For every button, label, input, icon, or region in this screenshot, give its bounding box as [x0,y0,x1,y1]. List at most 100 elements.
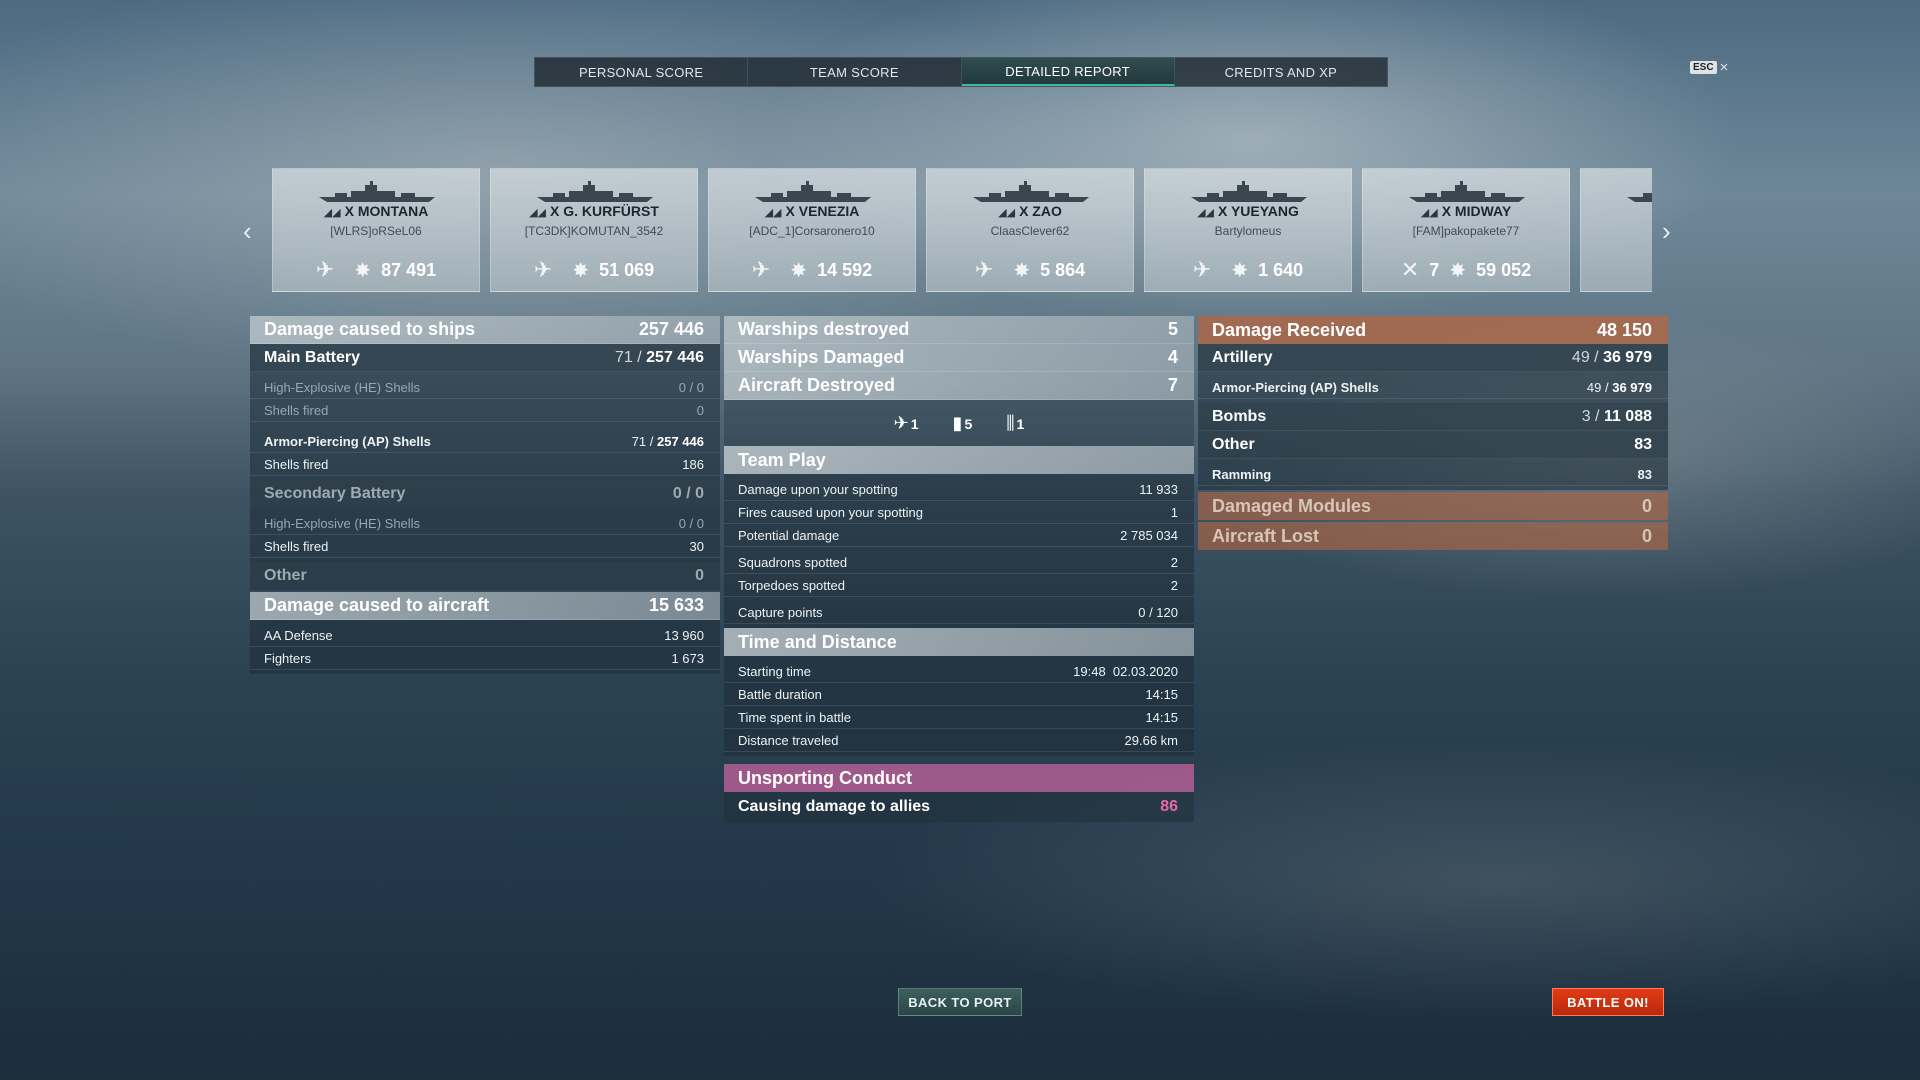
ship-card-3[interactable]: ◢◢ X ZAO ClaasClever62 ✈ ✸ 5 864 [926,168,1134,292]
ship-name: ◢◢ X VENEZIA [764,203,860,219]
report-tabs: PERSONAL SCORE TEAM SCORE DETAILED REPOR… [534,57,1388,87]
spotting-plane-icon: ✈ [974,257,994,282]
artillery-details: Armor-Piercing (AP) Shells 49 / 36 979 [1198,372,1668,403]
damage-caused-panel: Damage caused to ships 257 446 Main Batt… [250,316,720,674]
ship-stats: ✈ ✸ 1 640 [1145,257,1351,283]
cruiser-icon: ◢◢ [764,207,782,219]
ship-stats: ✈ ✸ 14 592 [709,257,915,283]
ship-silhouette-icon [319,181,435,202]
tab-personal-score[interactable]: PERSONAL SCORE [535,58,749,86]
warships-damaged-row: Warships Damaged 4 [724,344,1194,372]
damage-icon: ✸ [790,259,808,282]
ship-name: ◢◢ X MONTANA [323,203,429,219]
ship-damage-value: 87 491 [381,259,437,280]
list-item: Capture points 0 / 120 [724,601,1194,624]
aircraft-damage-details: AA Defense 13 960 Fighters 1 673 [250,620,720,674]
ship-card-5[interactable]: ◢◢ X MIDWAY [FAM]pakopakete77 ✕ 7 ✸ 59 05… [1362,168,1570,292]
combat-summary-panel: Warships destroyed 5 Warships Damaged 4 … [724,316,1194,822]
damage-icon: ✸ [1231,259,1249,282]
player-name: ClaasClever62 [990,224,1070,238]
ship-card-6[interactable]: ◢◢X [T- ✈ ✸ [1580,168,1652,292]
other-damage-row: Other 0 [250,562,720,590]
list-item: High-Explosive (HE) Shells 0 / 0 [250,376,720,399]
list-item: Battle duration 14:15 [724,683,1194,706]
list-item: High-Explosive (HE) Shells 0 / 0 [250,512,720,535]
other-received-details: Ramming 83 [1198,459,1668,490]
ship-stats: ✕ 7 ✸ 59 052 [1363,257,1569,283]
damage-received-panel: Damage Received 48 150 Artillery 49 / 36… [1198,316,1668,550]
artillery-row: Artillery 49 / 36 979 [1198,344,1668,372]
list-item: Shells fired 30 [250,535,720,558]
spotting-plane-icon: ✈ [533,257,553,282]
back-to-port-button[interactable]: BACK TO PORT [898,988,1022,1016]
ship-damage-value: 5 864 [1040,259,1086,280]
damage-ships-header: Damage caused to ships 257 446 [250,316,720,344]
other-received-row: Other 83 [1198,431,1668,459]
ship-name: ◢◢ X G. KURFÜRST [529,203,659,219]
ship-silhouette-icon [1627,193,1652,202]
list-item: Shells fired 0 [250,399,720,422]
team-play-header: Team Play [724,446,1194,474]
ship-card-1[interactable]: ◢◢ X G. KURFÜRST [TC3DK]KOMUTAN_3542 ✈ ✸ … [490,168,698,292]
secondary-battery-details: High-Explosive (HE) Shells 0 / 0 Shells f… [250,508,720,562]
damage-icon: ✸ [1449,259,1467,282]
damage-icon: ✸ [572,259,590,282]
spotting-plane-icon: ✈ [1651,257,1652,283]
close-button[interactable]: ESC × [1690,60,1728,75]
list-item: Squadrons spotted 2 [724,551,1194,574]
ship-name: ◢◢ X MIDWAY [1420,203,1512,219]
list-item: Fighters 1 673 [250,647,720,670]
ship-card-4[interactable]: ◢◢ X YUEYANG Bartylomeus ✈ ✸ 1 640 [1144,168,1352,292]
aircraft-destroyed-row: Aircraft Destroyed 7 [724,372,1194,400]
esc-key-label: ESC [1690,61,1717,74]
list-item: Distance traveled 29.66 km [724,729,1194,752]
ship-damage-value: 14 592 [817,259,873,280]
list-item: Potential damage 2 785 034 [724,524,1194,547]
damaged-modules-row: Damaged Modules 0 [1198,492,1668,520]
ship-stats: ✈ ✸ [1581,257,1652,283]
ship-silhouette-icon [1191,181,1307,202]
player-name: [FAM]pakopakete77 [1412,224,1520,238]
chevron-right-icon[interactable]: › [1662,216,1671,247]
list-item: Armor-Piercing (AP) Shells 49 / 36 979 [1198,376,1668,399]
ship-name: ◢◢X [1581,203,1652,219]
destroyer-icon: ◢◢ [1197,207,1214,219]
tab-team-score[interactable]: TEAM SCORE [748,58,962,86]
battleship-icon: ◢◢ [323,207,341,219]
team-play-details: Damage upon your spotting 11 933 Fires ca… [724,474,1194,628]
close-icon: × [1719,59,1729,76]
list-item: Shells fired 186 [250,453,720,476]
chevron-left-icon[interactable]: ‹ [243,216,252,247]
list-item: AA Defense 13 960 [250,624,720,647]
main-battery-row: Main Battery 71 / 257 446 [250,344,720,372]
ally-damage-row: Causing damage to allies 86 [724,792,1194,822]
list-item: Damage upon your spotting 11 933 [724,478,1194,501]
battle-on-button[interactable]: BATTLE ON! [1552,988,1664,1016]
list-item: Fires caused upon your spotting 1 [724,501,1194,524]
main-battery-details: High-Explosive (HE) Shells 0 / 0 Shells f… [250,372,720,480]
torpedo-bomber-icon: ⫼ 1 [1006,412,1025,433]
tab-detailed-report[interactable]: DETAILED REPORT [961,58,1175,86]
list-item: Torpedoes spotted 2 [724,574,1194,597]
ship-stats: ✈ ✸ 51 069 [491,257,697,283]
fighter-icon: ✈ 1 [893,412,919,433]
ship-card-2[interactable]: ◢◢ X VENEZIA [ADC_1]Corsaronero10 ✈ ✸ 14 … [708,168,916,292]
secondary-battery-row: Secondary Battery 0 / 0 [250,480,720,508]
damage-aircraft-header: Damage caused to aircraft 15 633 [250,592,720,620]
bomber-icon: ▮ 5 [952,412,973,433]
damage-icon: ✸ [1013,259,1031,282]
ship-silhouette-icon [537,181,653,202]
aircraft-destroyed-breakdown: ✈ 1 ▮ 5 ⫼ 1 [724,400,1194,446]
ship-silhouette-icon [755,181,871,202]
cruiser-icon: ◢◢ [998,207,1016,219]
list-item: Ramming 83 [1198,463,1668,486]
spotting-plane-icon: ✈ [315,257,335,282]
damage-received-header: Damage Received 48 150 [1198,316,1668,344]
ship-damage-value: 59 052 [1476,259,1532,280]
ship-stats: ✈ ✸ 5 864 [927,257,1133,283]
list-item: Starting time 19:48 02.03.2020 [724,660,1194,683]
aircraft-lost-row: Aircraft Lost 0 [1198,522,1668,550]
ship-card-0[interactable]: ◢◢ X MONTANA [WLRS]oRSeL06 ✈ ✸ 87 491 [272,168,480,292]
tab-credits-and-xp[interactable]: CREDITS AND XP [1175,58,1387,86]
player-name: [TC3DK]KOMUTAN_3542 [524,224,664,238]
